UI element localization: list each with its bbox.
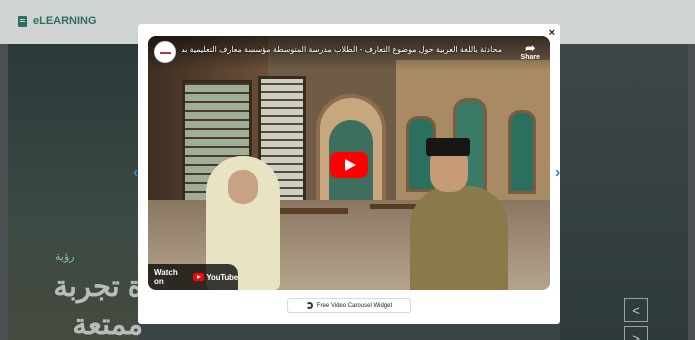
- video-frame-person: [426, 138, 470, 156]
- hero-headline: ة تجربة ممتعة: [53, 271, 143, 340]
- widget-badge-label: Free Video Carousel Widget: [316, 302, 393, 309]
- video-frame-panel: [508, 110, 536, 194]
- widget-badge-link[interactable]: Free Video Carousel Widget: [287, 298, 411, 313]
- carousel-next-button[interactable]: ›: [555, 164, 560, 182]
- video-player[interactable]: محادثة باللغة العربية حول موضوع التعارف …: [148, 36, 550, 290]
- video-title[interactable]: محادثة باللغة العربية حول موضوع التعارف …: [182, 45, 502, 54]
- watch-on-label: Watch on: [154, 268, 178, 286]
- hero-prev-button[interactable]: <: [624, 298, 648, 322]
- play-button[interactable]: [330, 152, 368, 178]
- brand-name: eLEARNING: [33, 15, 97, 27]
- youtube-logo: YouTube: [193, 273, 238, 282]
- channel-avatar[interactable]: [154, 41, 176, 63]
- video-frame-table: [278, 208, 348, 214]
- video-top-bar: محادثة باللغة العربية حول موضوع التعارف …: [148, 36, 550, 70]
- brand-logo[interactable]: eLEARNING: [18, 15, 97, 27]
- share-label: Share: [520, 54, 540, 61]
- share-button[interactable]: ➦ Share: [521, 42, 540, 61]
- video-frame-person: [410, 186, 508, 290]
- hero-next-button[interactable]: >: [624, 326, 648, 340]
- watch-on-youtube-button[interactable]: Watch on YouTube: [148, 264, 238, 290]
- video-modal: × محادثة باللغة العربية حول موضوع التعار…: [138, 24, 560, 324]
- video-frame-table: [370, 204, 420, 209]
- hero-image-right: [560, 44, 688, 340]
- video-frame-person: [228, 170, 258, 204]
- hero-eyebrow: رؤية: [55, 251, 75, 263]
- carousel-prev-button[interactable]: ‹: [133, 164, 138, 182]
- share-icon: ➦: [525, 41, 536, 55]
- widget-logo-icon: [305, 302, 313, 309]
- book-icon: [18, 15, 27, 27]
- youtube-wordmark: YouTube: [206, 272, 238, 282]
- youtube-icon: [193, 273, 205, 281]
